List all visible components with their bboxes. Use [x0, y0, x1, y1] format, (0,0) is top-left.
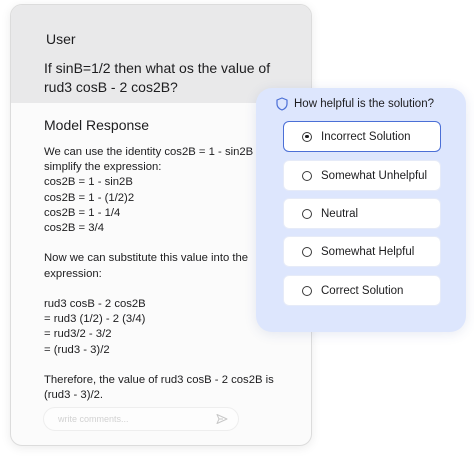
model-response-text: We can use the identity cos2B = 1 - sin2… — [44, 146, 274, 402]
option-label: Correct Solution — [321, 284, 404, 297]
option-somewhat-unhelpful[interactable]: Somewhat Unhelpful — [283, 160, 441, 191]
model-response-title: Model Response — [44, 117, 150, 133]
radio[interactable] — [302, 208, 312, 219]
option-correct-solution[interactable]: Correct Solution — [283, 275, 441, 306]
radio[interactable] — [302, 170, 312, 181]
comment-box[interactable] — [43, 407, 239, 431]
user-question: If sinB=1/2 then what os the value of ru… — [44, 60, 271, 95]
option-label: Somewhat Unhelpful — [321, 169, 428, 182]
option-label: Somewhat Helpful — [321, 245, 415, 258]
send-icon[interactable] — [216, 413, 228, 425]
comment-input[interactable] — [58, 412, 208, 426]
radio[interactable] — [302, 285, 312, 296]
option-label: Neutral — [321, 207, 359, 220]
user-title: User — [46, 31, 76, 47]
option-neutral[interactable]: Neutral — [283, 198, 441, 229]
option-label: Incorrect Solution — [321, 130, 411, 143]
shield-icon — [276, 97, 288, 111]
rating-title: How helpful is the solution? — [294, 98, 434, 110]
radio[interactable] — [302, 246, 312, 257]
option-somewhat-helpful[interactable]: Somewhat Helpful — [283, 236, 441, 267]
rating-header: How helpful is the solution? — [276, 96, 434, 112]
option-incorrect-solution[interactable]: Incorrect Solution — [283, 121, 441, 152]
radio-selected[interactable] — [302, 131, 312, 142]
rating-panel: How helpful is the solution? Incorrect S… — [256, 88, 466, 332]
